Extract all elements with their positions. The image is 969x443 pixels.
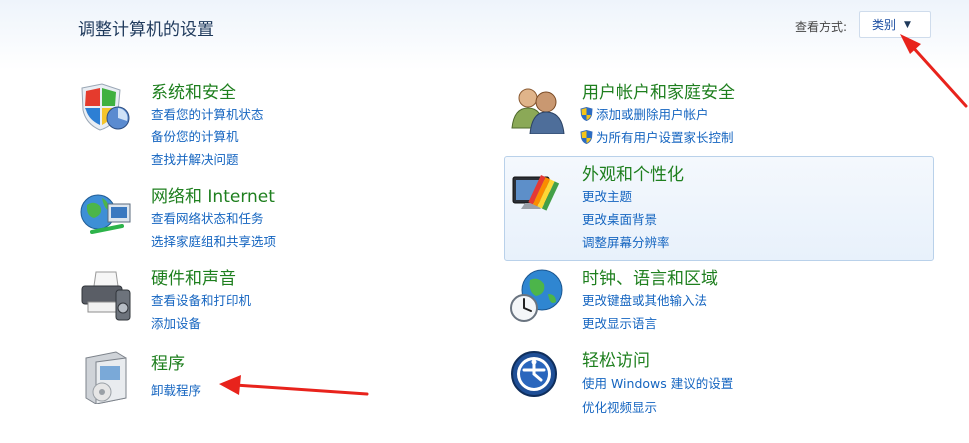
monitor-palette-icon xyxy=(511,169,561,219)
ease-of-access-icon xyxy=(510,350,560,400)
annotation-arrow-view-by xyxy=(900,34,968,108)
link-network-status[interactable]: 查看网络状态和任务 xyxy=(151,208,264,227)
category-title[interactable]: 网络和 Internet xyxy=(151,182,275,207)
users-icon xyxy=(510,84,565,134)
category-network-internet: 网络和 Internet 查看网络状态和任务 选择家庭组和共享选项 xyxy=(78,182,378,252)
link-text: 添加或删除用户帐户 xyxy=(596,107,709,122)
category-hardware-sound: 硬件和声音 查看设备和打印机 添加设备 xyxy=(78,264,378,334)
category-appearance: 外观和个性化 更改主题 更改桌面背景 调整屏幕分辨率 xyxy=(504,156,934,261)
link-add-remove-accounts[interactable]: 添加或删除用户帐户 xyxy=(580,104,709,123)
category-title[interactable]: 外观和个性化 xyxy=(582,160,684,185)
link-homegroup-sharing[interactable]: 选择家庭组和共享选项 xyxy=(151,231,276,250)
link-view-computer-status[interactable]: 查看您的计算机状态 xyxy=(151,104,264,123)
link-troubleshoot[interactable]: 查找并解决问题 xyxy=(151,149,239,168)
view-by-label: 查看方式: xyxy=(795,20,848,34)
category-clock-region: 时钟、语言和区域 更改键盘或其他输入法 更改显示语言 xyxy=(510,264,930,334)
link-desktop-background[interactable]: 更改桌面背景 xyxy=(582,209,657,228)
link-backup-computer[interactable]: 备份您的计算机 xyxy=(151,126,239,145)
category-title[interactable]: 用户帐户和家庭安全 xyxy=(582,78,735,103)
globe-clock-icon xyxy=(510,268,563,322)
category-title[interactable]: 程序 xyxy=(151,349,185,374)
link-add-device[interactable]: 添加设备 xyxy=(151,313,201,332)
link-parental-controls[interactable]: 为所有用户设置家长控制 xyxy=(580,127,734,146)
printer-icon xyxy=(78,270,131,321)
category-title[interactable]: 系统和安全 xyxy=(151,78,236,103)
category-user-accounts: 用户帐户和家庭安全 添加或删除用户帐户 为所有用户设置家长控制 xyxy=(510,78,930,148)
category-title[interactable]: 时钟、语言和区域 xyxy=(582,264,718,289)
chevron-down-icon: ▼ xyxy=(904,19,911,30)
annotation-arrow-uninstall xyxy=(219,375,369,396)
link-optimize-display[interactable]: 优化视频显示 xyxy=(582,397,657,416)
category-ease-of-access: 轻松访问 使用 Windows 建议的设置 优化视频显示 xyxy=(510,346,930,416)
link-change-theme[interactable]: 更改主题 xyxy=(582,186,632,205)
uac-shield-icon xyxy=(580,106,593,121)
link-windows-recommended-settings[interactable]: 使用 Windows 建议的设置 xyxy=(582,373,733,392)
link-change-display-language[interactable]: 更改显示语言 xyxy=(582,313,657,332)
link-devices-printers[interactable]: 查看设备和打印机 xyxy=(151,290,251,309)
category-system-security: 系统和安全 查看您的计算机状态 备份您的计算机 查找并解决问题 xyxy=(78,78,378,168)
program-box-icon xyxy=(78,348,128,404)
link-uninstall-program[interactable]: 卸载程序 xyxy=(151,380,201,399)
link-text: 为所有用户设置家长控制 xyxy=(596,130,734,145)
link-change-keyboard[interactable]: 更改键盘或其他输入法 xyxy=(582,290,707,309)
link-screen-resolution[interactable]: 调整屏幕分辨率 xyxy=(582,232,670,251)
shield-icon xyxy=(78,82,130,132)
category-title[interactable]: 硬件和声音 xyxy=(151,264,236,289)
category-title[interactable]: 轻松访问 xyxy=(582,346,650,371)
network-globe-icon xyxy=(78,190,131,240)
uac-shield-icon xyxy=(580,129,593,144)
page-title: 调整计算机的设置 xyxy=(78,20,214,40)
